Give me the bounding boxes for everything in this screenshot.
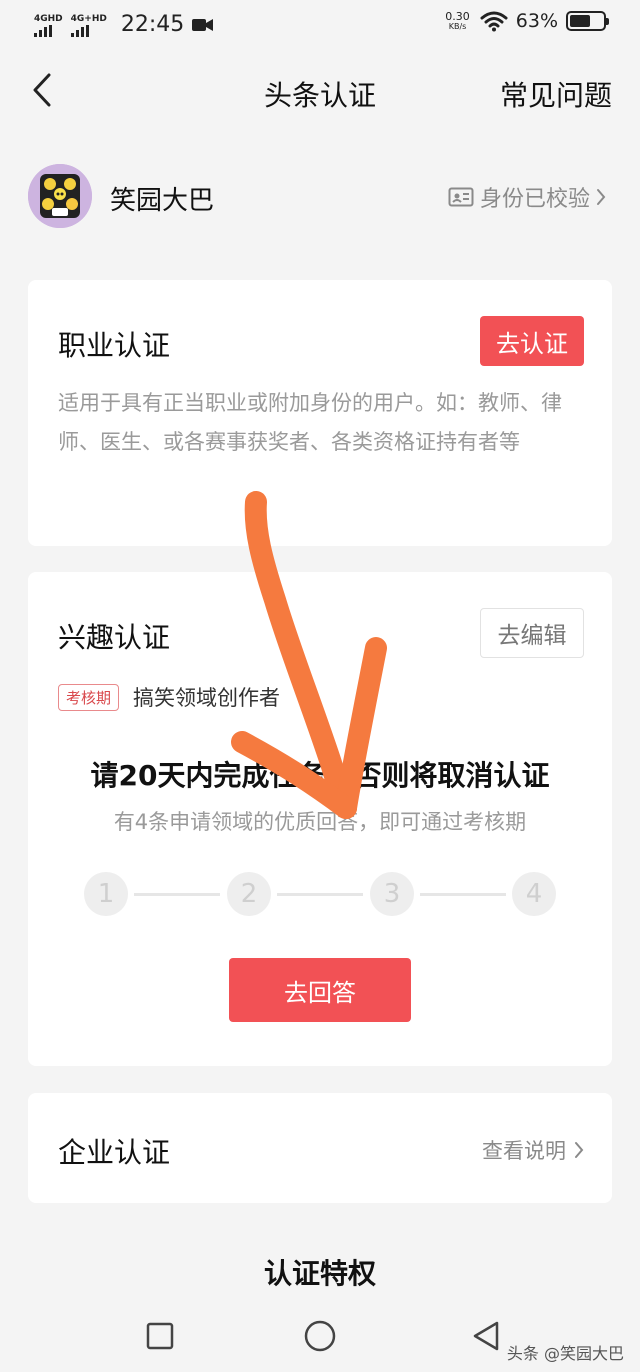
apply-cert-button[interactable]: 去认证 [480,316,584,366]
view-details-label: 查看说明 [482,1139,566,1163]
interest-cert-card: 兴趣认证 去编辑 考核期 搞笑领域创作者 请20天内完成任务，否则将取消认证 有… [28,572,612,1066]
step-3: 3 [370,872,414,916]
answer-button[interactable]: 去回答 [229,958,411,1022]
battery-percent: 63% [515,10,558,32]
avatar-emoji-image [28,164,92,228]
signal-1-label: 4GHD [34,13,63,24]
wifi-icon [480,11,508,32]
recent-apps-button[interactable] [140,1316,180,1356]
chevron-right-icon [575,1142,584,1158]
status-left: 4GHD 4G+HD 22:45 [34,10,214,40]
view-details-link[interactable]: 查看说明 [482,1135,584,1165]
signal-2: 4G+HD [70,13,107,37]
identity-verified-link[interactable]: 身份已校验 [448,181,612,213]
step-connector [277,893,363,896]
video-camera-icon [192,19,214,31]
triangle-back-icon [473,1321,499,1351]
battery-fill [570,15,590,27]
step-4: 4 [512,872,556,916]
professional-cert-title: 职业认证 [58,329,171,362]
nav-bar: 头条认证 常见问题 [0,52,640,130]
clock: 22:45 [120,12,185,37]
task-description: 有4条申请领域的优质回答，即可通过考核期 [113,810,527,834]
faq-link[interactable]: 常见问题 [500,74,612,114]
interest-field: 搞笑领域创作者 [133,686,281,710]
interest-cert-title: 兴趣认证 [58,621,171,654]
network-speed-value: 0.30 [445,10,470,23]
signal-bars-icon [34,24,54,37]
signal-2-label: 4G+HD [70,13,107,24]
status-bar: 4GHD 4G+HD 22:45 0.30 KB/s 63% [0,0,640,52]
network-speed-unit: KB/s [448,22,467,31]
step-2: 2 [227,872,271,916]
edit-button[interactable]: 去编辑 [480,608,584,658]
professional-cert-card: 职业认证 去认证 适用于具有正当职业或附加身份的用户。如：教师、律师、医生、或各… [28,280,612,546]
network-speed: 0.30 KB/s [445,11,470,31]
signal-bars-icon [70,24,91,37]
status-right: 0.30 KB/s 63% [445,10,609,32]
probation-badge: 考核期 [58,683,120,711]
chevron-right-icon [597,189,606,205]
signal-1: 4GHD [34,14,63,37]
professional-cert-description: 适用于具有正当职业或附加身份的用户。如：教师、律师、医生、或各赛事获奖者、各类资… [58,391,562,454]
tag-row: 考核期 搞笑领域创作者 [58,682,280,712]
enterprise-cert-card[interactable]: 企业认证 查看说明 [28,1093,612,1203]
square-icon [146,1322,174,1350]
circle-icon [304,1320,336,1352]
privileges-heading: 认证特权 [263,1257,376,1290]
battery-icon [566,11,609,31]
home-button[interactable] [300,1316,340,1356]
enterprise-cert-title: 企业认证 [58,1136,171,1169]
system-back-button[interactable] [466,1316,506,1356]
task-title: 请20天内完成任务，否则将取消认证 [90,759,550,792]
username: 笑园大巴 [110,186,215,216]
step-connector [134,893,220,896]
avatar[interactable] [28,164,92,228]
progress-steps: 1 2 3 4 [84,872,556,916]
profile-row: 笑园大巴 身份已校验 [28,162,612,230]
watermark: 头条 @笑园大巴 [506,1344,624,1363]
identity-status: 身份已校验 [479,187,590,212]
step-1: 1 [84,872,128,916]
id-card-icon [448,187,474,207]
step-connector [420,893,506,896]
